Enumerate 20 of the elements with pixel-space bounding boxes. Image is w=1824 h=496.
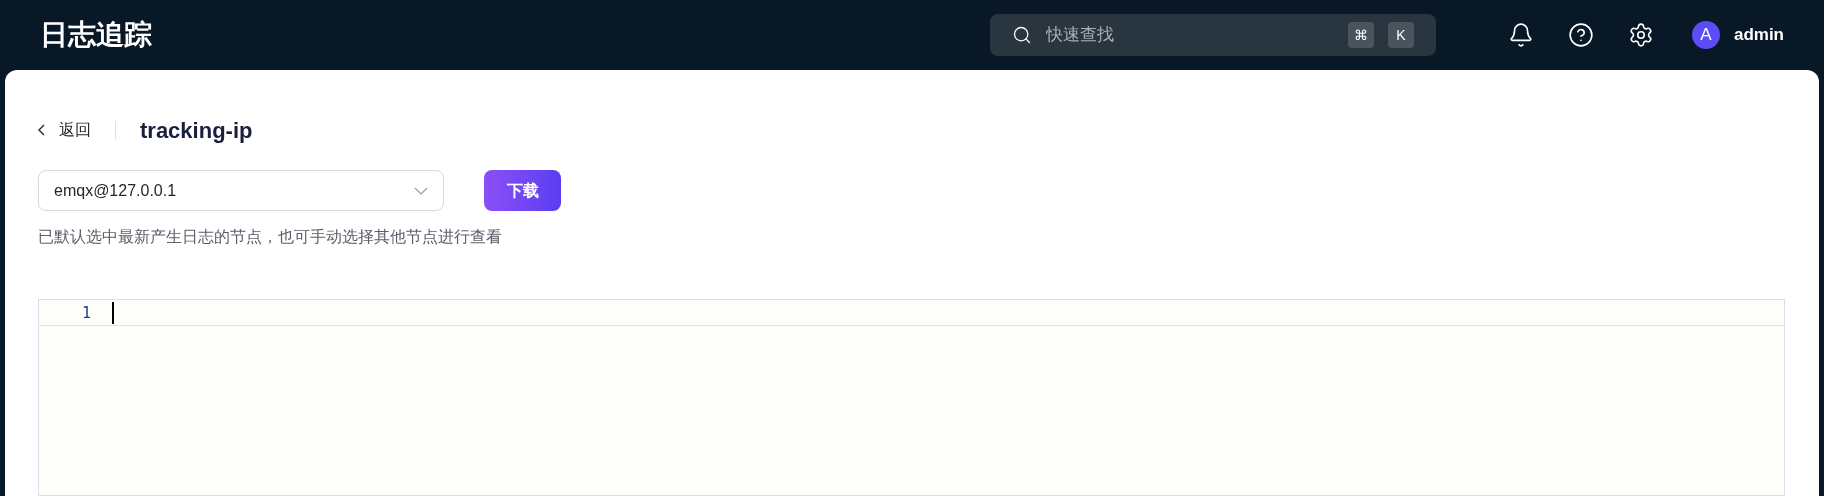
search-field[interactable]: 快速查找 ⌘ K <box>989 14 1436 56</box>
settings-icon[interactable] <box>1627 22 1654 48</box>
shortcut-key: ⌘ <box>1347 22 1374 48</box>
line-number: 1 <box>80 303 91 324</box>
chevron-left-icon <box>38 124 45 136</box>
node-select[interactable]: emqx@127.0.0.1 <box>38 170 444 211</box>
chevron-down-icon <box>414 186 428 195</box>
page-title: tracking-ip <box>140 116 253 145</box>
user-avatar[interactable]: A <box>1691 21 1720 49</box>
notification-icon[interactable] <box>1507 22 1534 48</box>
log-editor[interactable]: 1 <box>38 299 1785 496</box>
search-icon <box>1011 25 1032 45</box>
app-title: 日志追踪 <box>40 18 152 52</box>
back-button[interactable]: 返回 <box>38 118 91 142</box>
hint-text: 已默认选中最新产生日志的节点，也可手动选择其他节点进行查看 <box>38 227 503 247</box>
search-input[interactable]: 快速查找 <box>1045 22 1334 48</box>
download-button[interactable]: 下载 <box>484 170 561 211</box>
help-icon[interactable] <box>1567 22 1594 48</box>
user-name[interactable]: admin <box>1733 22 1784 48</box>
shortcut-key: K <box>1387 22 1414 48</box>
